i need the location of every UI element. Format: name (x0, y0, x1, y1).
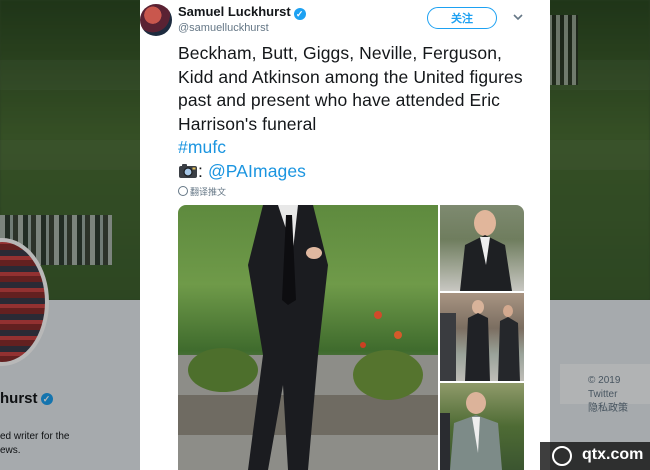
media-grid (178, 205, 524, 470)
mention-link[interactable]: @PAImages (208, 161, 306, 181)
tweet-card: Samuel Luckhurst ✓ @samuelluckhurst 关注 Be… (140, 0, 550, 470)
author-name[interactable]: Samuel Luckhurst ✓ (178, 4, 306, 20)
qtx-logo-icon (552, 446, 572, 466)
follow-button[interactable]: 关注 (427, 7, 497, 29)
author-name-text: Samuel Luckhurst (178, 4, 291, 19)
photo-main[interactable] (178, 205, 438, 470)
tweet-text: Beckham, Butt, Giggs, Neville, Ferguson,… (178, 42, 538, 183)
camera-emoji-icon (178, 162, 198, 179)
tweet-colon: : (198, 160, 203, 181)
photo-thumbnail[interactable] (440, 293, 524, 381)
chevron-down-icon[interactable] (510, 9, 526, 25)
author-avatar[interactable] (140, 4, 172, 36)
watermark: qtx.com (540, 442, 650, 470)
translate-tweet[interactable]: 翻译推文 (178, 185, 226, 198)
tweet-body: Beckham, Butt, Giggs, Neville, Ferguson,… (178, 43, 523, 134)
translate-label: 翻译推文 (190, 187, 227, 197)
verified-badge-icon: ✓ (293, 8, 306, 20)
hashtag-link[interactable]: #mufc (178, 137, 226, 157)
globe-icon (178, 186, 188, 196)
photo-thumbnail[interactable] (440, 205, 524, 291)
watermark-text: qtx.com (582, 446, 644, 463)
author-handle[interactable]: @samuelluckhurst (178, 22, 269, 34)
photo-thumbnail[interactable] (440, 383, 524, 470)
